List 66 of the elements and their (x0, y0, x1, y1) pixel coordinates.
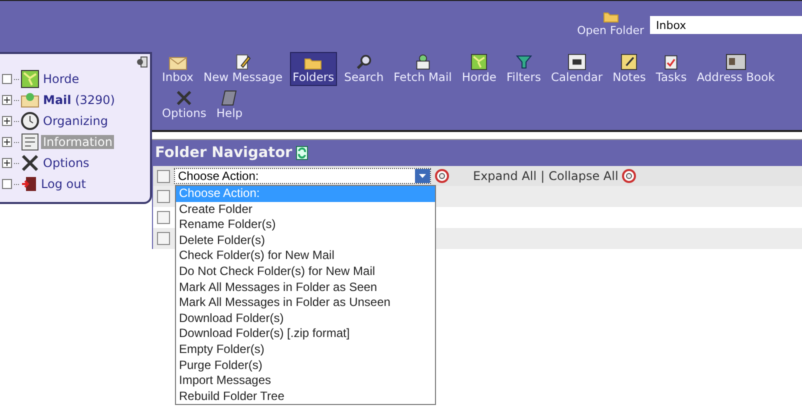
sidebar-item[interactable]: Options (41, 156, 92, 170)
toolbar-button[interactable]: Fetch Mail (390, 52, 455, 86)
refresh-icon (296, 146, 308, 160)
dropdown-option[interactable]: Check Folder(s) for New Mail (176, 248, 435, 264)
dropdown-option[interactable]: Download Folder(s) [.zip format] (176, 326, 435, 342)
envelope-icon (168, 57, 187, 70)
address-card-icon (726, 54, 746, 70)
caret-icon (419, 174, 426, 178)
lifebuoy-icon (622, 169, 636, 183)
clock-icon (21, 112, 39, 130)
toolbar-button[interactable]: Address Book (694, 52, 778, 86)
search-icon (354, 54, 373, 70)
toolbar-button[interactable]: Options (159, 88, 210, 122)
tools-icon (21, 154, 39, 172)
dropdown-option[interactable]: Purge Folder(s) (176, 358, 435, 374)
expand-toggle[interactable] (2, 95, 12, 105)
dropdown-option[interactable]: Mark All Messages in Folder as Unseen (176, 295, 435, 311)
dropdown-option[interactable]: Import Messages (176, 373, 435, 389)
dropdown-option[interactable]: Mark All Messages in Folder as Seen (176, 280, 435, 296)
toolbar-button[interactable]: Calendar (548, 52, 606, 86)
notepad-icon (620, 54, 638, 70)
checkbox[interactable] (157, 232, 170, 245)
funnel-icon (516, 54, 532, 70)
toolbar-button[interactable]: Folders (290, 52, 338, 86)
toolbar-button[interactable]: Search (341, 52, 387, 86)
sidebar-item[interactable]: Log out (39, 177, 88, 191)
page-title: Folder Navigator (155, 145, 292, 161)
folder-icon (304, 56, 322, 70)
toolbar-button[interactable]: Horde (458, 52, 500, 86)
toolbar-button[interactable]: Notes (610, 52, 649, 86)
checkbox[interactable] (157, 211, 170, 224)
toolbar-button[interactable]: Help (213, 88, 246, 122)
expand-toggle[interactable] (2, 158, 12, 168)
open-folder-link[interactable]: Open Folder (577, 11, 644, 37)
folder-icon (602, 11, 619, 23)
folder-field[interactable]: Inbox (650, 16, 802, 34)
sidebar-item[interactable]: Organizing (41, 114, 110, 128)
calendar-icon (566, 54, 587, 70)
lifebuoy-icon (435, 169, 449, 183)
checkbox[interactable] (157, 170, 170, 182)
toolbar-button[interactable]: Inbox (159, 52, 196, 86)
action-select[interactable]: Choose Action: (174, 168, 431, 184)
toolbar-button[interactable]: New Message (200, 52, 286, 86)
note-pencil-icon (235, 54, 252, 70)
expand-toggle[interactable] (2, 116, 12, 126)
dropdown-option[interactable]: Rename Folder(s) (176, 217, 435, 233)
map-icon (21, 70, 39, 88)
map-icon (470, 54, 488, 70)
dropdown-option[interactable]: Rebuild Folder Tree (176, 388, 435, 404)
document-icon (21, 133, 39, 151)
dropdown-option[interactable]: Create Folder (176, 202, 435, 218)
toolbar-button[interactable]: Filters (503, 52, 544, 86)
sidebar-item[interactable]: Mail (3290) (41, 93, 117, 107)
checkbox[interactable] (157, 190, 170, 203)
collapse-all-link[interactable]: Collapse All (548, 169, 618, 183)
dropdown-option[interactable]: Do Not Check Folder(s) for New Mail (176, 264, 435, 280)
tools-icon (175, 90, 194, 106)
expand-toggle[interactable] (2, 137, 12, 147)
clipboard-icon (664, 54, 678, 70)
dropdown-option[interactable]: Download Folder(s) (176, 310, 435, 326)
link-separator: | (540, 169, 545, 183)
toolbar-button[interactable]: Tasks (652, 52, 690, 86)
expand-all-link[interactable]: Expand All (473, 169, 537, 183)
sidebar-item[interactable]: Horde (41, 72, 82, 86)
dropdown-option[interactable]: Empty Folder(s) (176, 342, 435, 358)
exit-door-icon (21, 176, 37, 192)
